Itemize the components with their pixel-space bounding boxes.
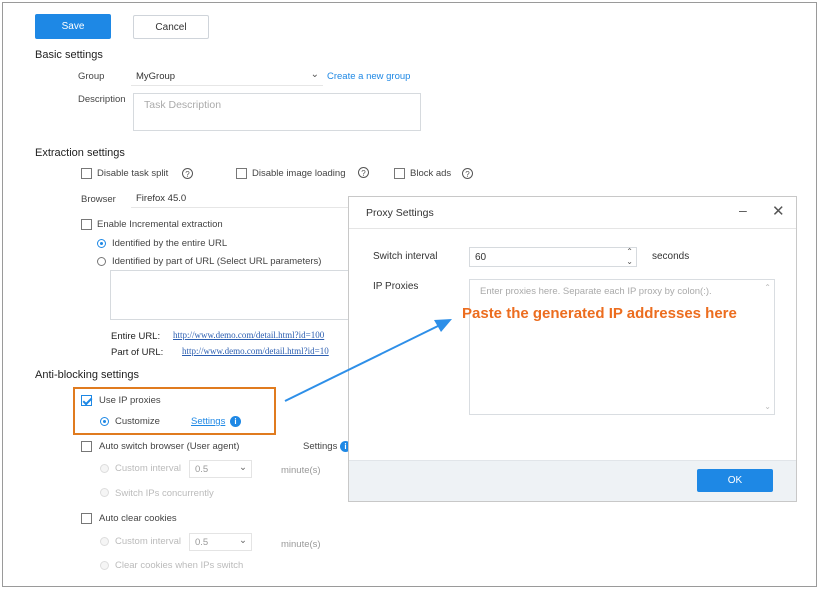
dialog-divider: [349, 228, 796, 229]
description-placeholder: Task Description: [144, 99, 222, 111]
block-ads-label: Block ads: [410, 168, 452, 179]
clear-cookies-radio[interactable]: [100, 561, 109, 570]
auto-clear-cookies-checkbox[interactable]: [81, 513, 92, 524]
customize-label: Customize: [115, 416, 160, 427]
annotation-text: Paste the generated IP addresses here: [462, 305, 737, 322]
info-icon[interactable]: i: [230, 416, 241, 427]
group-value: MyGroup: [136, 71, 176, 82]
switch-ips-label: Switch IPs concurrently: [115, 488, 214, 499]
interval-value: 0.5: [195, 463, 209, 475]
disable-task-split-label: Disable task split: [97, 168, 169, 179]
cookie-interval-select[interactable]: 0.5 ⌄: [189, 533, 252, 551]
clear-cookies-label: Clear cookies when IPs switch: [115, 560, 244, 571]
use-ip-proxies-checkbox[interactable]: [81, 395, 92, 406]
basic-settings-title: Basic settings: [35, 49, 103, 61]
settings-link[interactable]: Settings: [191, 416, 225, 427]
identified-entire-url-label: Identified by the entire URL: [112, 238, 228, 249]
help-icon[interactable]: ?: [462, 168, 473, 179]
customize-radio[interactable]: [100, 417, 109, 426]
ip-proxies-placeholder: Enter proxies here. Separate each IP pro…: [480, 286, 712, 297]
ip-proxies-textarea[interactable]: Enter proxies here. Separate each IP pro…: [469, 279, 775, 415]
incremental-extraction-checkbox[interactable]: [81, 219, 92, 230]
browser-value: Firefox 45.0: [136, 193, 187, 204]
disable-task-split-checkbox[interactable]: [81, 168, 92, 179]
browser-label: Browser: [81, 194, 116, 205]
cookie-interval-label: Custom interval: [115, 536, 181, 547]
help-icon[interactable]: ?: [358, 167, 369, 178]
dialog-title: Proxy Settings: [366, 207, 434, 219]
auto-clear-cookies-label: Auto clear cookies: [99, 513, 177, 524]
auto-switch-browser-label: Auto switch browser (User agent): [99, 441, 240, 452]
interval-select[interactable]: 0.5 ⌄: [189, 460, 252, 478]
minimize-icon[interactable]: –: [739, 202, 747, 218]
part-url-label: Part of URL:: [111, 347, 164, 358]
switch-ips-radio[interactable]: [100, 488, 109, 497]
identified-part-url-radio[interactable]: [97, 257, 106, 266]
switch-interval-value: 60: [475, 251, 487, 263]
minutes-label: minute(s): [281, 539, 321, 550]
use-ip-proxies-label: Use IP proxies: [99, 395, 161, 406]
anti-blocking-title: Anti-blocking settings: [35, 369, 139, 381]
custom-interval-label: Custom interval: [115, 463, 181, 474]
identified-entire-url-radio[interactable]: [97, 239, 106, 248]
chevron-down-icon: ⌄: [239, 535, 247, 546]
group-select[interactable]: MyGroup ⌄: [131, 68, 323, 86]
seconds-label: seconds: [652, 251, 690, 262]
entire-url-label: Entire URL:: [111, 331, 161, 342]
extraction-settings-title: Extraction settings: [35, 147, 125, 159]
scroll-down-icon[interactable]: ⌄: [764, 402, 771, 411]
disable-image-loading-label: Disable image loading: [252, 168, 346, 179]
browser-select[interactable]: Firefox 45.0: [131, 190, 349, 208]
cancel-button[interactable]: Cancel: [133, 15, 209, 39]
disable-image-loading-checkbox[interactable]: [236, 168, 247, 179]
scroll-up-icon[interactable]: ⌃: [764, 283, 771, 292]
custom-interval-radio[interactable]: [100, 464, 109, 473]
save-button[interactable]: Save: [35, 14, 111, 39]
identified-part-url-label: Identified by part of URL (Select URL pa…: [112, 256, 322, 267]
switch-interval-input[interactable]: 60 ⌃ ⌄: [469, 247, 637, 267]
description-label: Description: [78, 94, 126, 105]
group-label: Group: [78, 71, 105, 82]
cookie-interval-value: 0.5: [195, 536, 209, 548]
ip-proxies-label: IP Proxies: [373, 281, 419, 292]
minutes-label: minute(s): [281, 465, 321, 476]
create-group-link[interactable]: Create a new group: [327, 71, 410, 82]
switch-interval-label: Switch interval: [373, 251, 438, 262]
stepper-icon[interactable]: ⌃ ⌄: [626, 247, 633, 267]
chevron-down-icon: ⌄: [310, 69, 319, 80]
settings-label: Settings: [303, 441, 338, 452]
ok-button[interactable]: OK: [697, 469, 773, 492]
cookie-interval-radio[interactable]: [100, 537, 109, 546]
close-icon[interactable]: ✕: [772, 202, 785, 220]
help-icon[interactable]: ?: [182, 168, 193, 179]
dialog-footer: OK: [349, 460, 796, 501]
description-textarea[interactable]: Task Description: [133, 93, 421, 131]
incremental-extraction-label: Enable Incremental extraction: [97, 219, 223, 230]
chevron-down-icon: ⌄: [239, 462, 247, 473]
arrow-icon: [284, 319, 452, 402]
block-ads-checkbox[interactable]: [394, 168, 405, 179]
auto-switch-browser-checkbox[interactable]: [81, 441, 92, 452]
